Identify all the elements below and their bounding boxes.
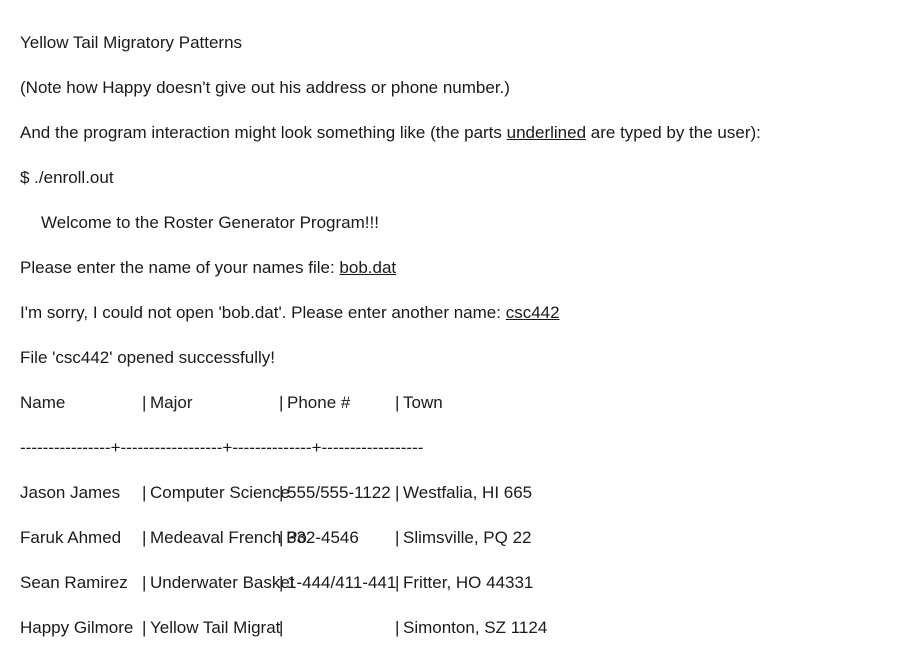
cell-phone: 555/555-1122 [287,483,391,502]
user-input-bob-dat: bob.dat [339,258,397,277]
cell-town: Simonton, SZ 1124 [403,618,548,637]
cell-town: Fritter, HO 44331 [403,573,534,592]
row-separator-3: | [395,483,400,502]
table-row: Jason James | Computer Science | 555/555… [20,483,900,505]
table-row: Happy Gilmore | Yellow Tail Migrat | | S… [20,618,900,640]
cell-name: Sean Ramirez [20,573,128,592]
intro-text-after: are typed by the user): [586,123,761,142]
cell-town: Slimsville, PQ 22 [403,528,532,547]
roster-table-divider: ----------------+------------------+----… [20,438,424,457]
column-header-town: Town [403,393,443,412]
cell-name: Jason James [20,483,121,502]
cell-major: Yellow Tail Migrat [150,618,281,637]
column-separator-3: | [395,393,400,412]
row-separator-1: | [142,618,147,637]
intro-underlined-word: underlined [506,123,587,142]
error-reprompt-text: I'm sorry, I could not open 'bob.dat'. P… [20,303,506,322]
row-separator-3: | [395,618,400,637]
row-separator-2: | [279,483,284,502]
column-separator-1: | [142,393,147,412]
row-separator-3: | [395,528,400,547]
terminal-prompt-names-file: Please enter the name of your names file… [20,258,396,278]
column-separator-2: | [279,393,284,412]
cell-phone: 332-4546 [287,528,359,547]
roster-table-header-row: Name | Major | Phone # | Town [20,393,900,415]
row-separator-1: | [142,528,147,547]
table-row: Sean Ramirez | Underwater Basket | 1-444… [20,573,900,595]
cell-name: Faruk Ahmed [20,528,122,547]
cell-major: Underwater Basket [150,573,295,592]
row-separator-1: | [142,573,147,592]
row-separator-2: | [279,528,284,547]
prompt-names-file-text: Please enter the name of your names file… [20,258,340,277]
column-header-major: Major [150,393,193,412]
intro-line: And the program interaction might look s… [20,123,761,143]
column-header-phone: Phone # [287,393,351,412]
terminal-command-line: $ ./enroll.out [20,168,114,187]
row-separator-2: | [279,618,284,637]
note-line: (Note how Happy doesn't give out his add… [20,78,510,97]
column-header-name: Name [20,393,66,412]
user-input-csc442: csc442 [505,303,560,322]
terminal-success-message: File 'csc442' opened successfully! [20,348,276,367]
terminal-error-reprompt: I'm sorry, I could not open 'bob.dat'. P… [20,303,560,323]
cell-major: Computer Science [150,483,290,502]
page-title: Yellow Tail Migratory Patterns [20,33,243,52]
cell-town: Westfalia, HI 665 [403,483,533,502]
row-separator-2: | [279,573,284,592]
terminal-welcome-message: Welcome to the Roster Generator Program!… [41,213,379,232]
cell-name: Happy Gilmore [20,618,134,637]
row-separator-3: | [395,573,400,592]
row-separator-1: | [142,483,147,502]
intro-text-before: And the program interaction might look s… [20,123,507,142]
cell-phone: 1-444/411-441 [287,573,397,592]
table-row: Faruk Ahmed | Medeaval French Po | 332-4… [20,528,900,550]
